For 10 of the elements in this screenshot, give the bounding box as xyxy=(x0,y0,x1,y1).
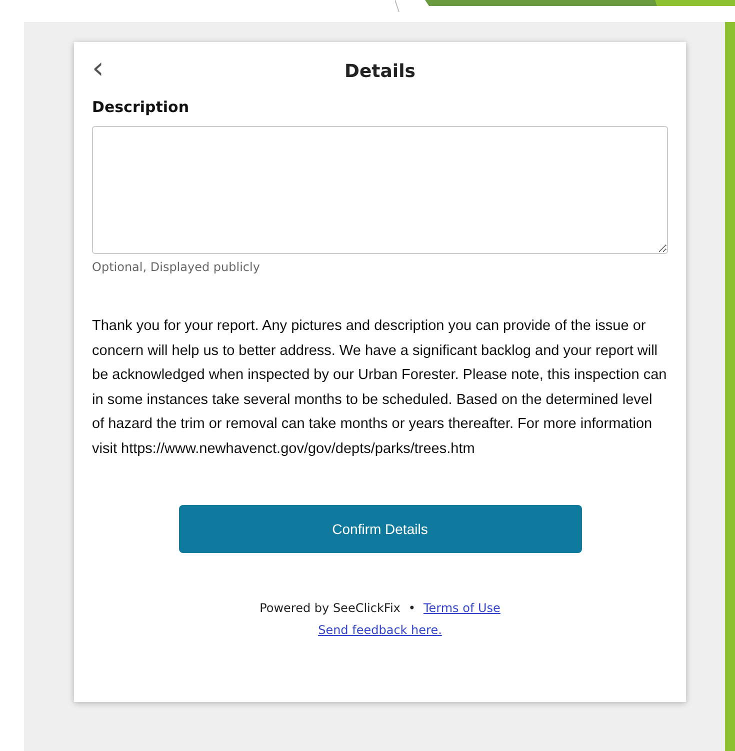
info-paragraph: Thank you for your report. Any pictures and description you can provide of the issue or concern will help us to better address. We have a significant backlog and your report will be acknowledged when inspected by our Urban Forester. Please note, this inspection can in some instances take several months to be scheduled. Based on the determined level of hazard the trim or removal can take months or years thereafter. For more information visit https://www.newhavenct.gov/gov/depts/parks/trees.htm xyxy=(92,317,668,458)
field-label: Description xyxy=(92,98,190,116)
terms-link[interactable]: Terms of Use xyxy=(423,601,500,615)
powered-by-text: Powered by SeeClickFix xyxy=(260,601,400,615)
helper-text: Optional, Displayed publicly xyxy=(92,260,261,274)
confirm-button[interactable]: Confirm Details xyxy=(178,505,582,553)
page-title: Details xyxy=(344,60,416,82)
separator-dot: • xyxy=(408,601,416,615)
feedback-link[interactable]: Send feedback here. xyxy=(318,623,442,637)
description-field[interactable] xyxy=(92,126,668,254)
